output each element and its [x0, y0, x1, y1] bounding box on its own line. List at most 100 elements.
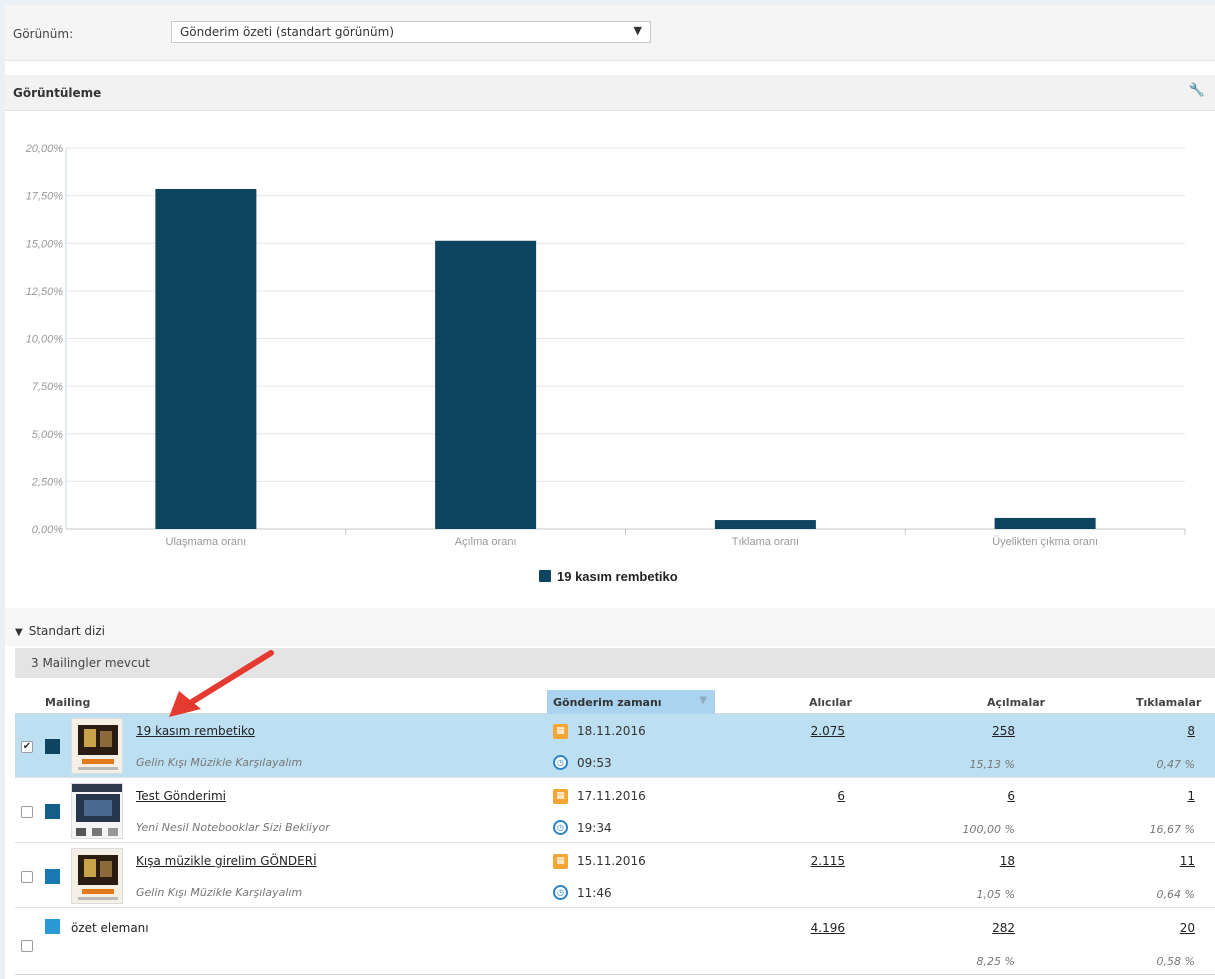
col-send-time-label: Gönderim zamanı — [553, 696, 662, 709]
open-rate: 15,13 % — [969, 758, 1015, 771]
summary-checkbox[interactable] — [21, 940, 33, 952]
wrench-icon[interactable]: 🔧 — [1189, 83, 1205, 98]
row-color-swatch — [45, 739, 60, 754]
chart-canvas: 0,00% 2,50% 5,00% 7,50% 10,00% 12,50% 15,00% 17… — [25, 143, 1186, 548]
opens-link[interactable]: 258 — [992, 724, 1015, 738]
mailing-subject: Gelin Kışı Müzikle Karşılayalım — [136, 886, 303, 899]
send-time: 09:53 — [577, 756, 612, 770]
summary-open-rate: 8,25 % — [976, 955, 1015, 968]
mailing-subject: Gelin Kışı Müzikle Karşılayalım — [136, 756, 303, 769]
row-checkbox[interactable]: ✔ — [21, 741, 33, 753]
clock-icon: ◷ — [553, 820, 568, 835]
row-color-swatch — [45, 804, 60, 819]
mailing-thumbnail[interactable] — [71, 783, 123, 839]
thumbnail-image — [72, 719, 122, 773]
send-time: 11:46 — [577, 886, 612, 900]
clock-icon: ◷ — [553, 885, 568, 900]
recipients-link[interactable]: 2.075 — [811, 724, 845, 738]
chart-legend[interactable]: 19 kasım rembetiko — [539, 569, 678, 585]
opens-link[interactable]: 18 — [1000, 854, 1015, 868]
x-category-label: Açılma oranı — [455, 536, 517, 548]
open-rate: 1,05 % — [976, 888, 1015, 901]
mailing-thumbnail[interactable] — [71, 718, 123, 774]
col-clicks[interactable]: Tıklamalar — [1136, 696, 1201, 709]
mailing-count: 3 Mailingler mevcut — [31, 656, 150, 670]
dropdown-arrow-icon: ▼ — [633, 24, 642, 37]
mailing-name-link[interactable]: 19 kasım rembetiko — [136, 724, 255, 738]
standard-list-header[interactable]: ▼ Standart dizi — [5, 608, 1215, 646]
summary-recipients-link[interactable]: 4.196 — [811, 921, 845, 935]
send-date: 15.11.2016 — [577, 854, 646, 868]
y-tick-label: 5,00% — [32, 429, 63, 441]
recipients-link[interactable]: 2.115 — [811, 854, 845, 868]
view-dropdown[interactable]: Gönderim özeti (standart görünüm) ▼ — [171, 21, 651, 43]
bar — [994, 517, 1096, 529]
row-checkbox[interactable] — [21, 871, 33, 883]
thumbnail-image — [72, 784, 122, 838]
col-send-time[interactable]: Gönderim zamanı ▼ — [547, 690, 715, 714]
summary-clicks-link[interactable]: 20 — [1180, 921, 1195, 935]
y-tick-label: 2,50% — [31, 476, 63, 488]
summary-row: özet elemanı 4.196 282 8,25 % 20 0,58 % — [15, 909, 1215, 975]
calendar-icon: ▦ — [553, 724, 568, 739]
col-recipients[interactable]: Alıcılar — [809, 696, 852, 709]
clicks-link[interactable]: 8 — [1187, 724, 1195, 738]
table-row[interactable]: Kışa müzikle girelim GÖNDERİ Gelin Kışı … — [15, 844, 1215, 908]
legend-label: 19 kasım rembetiko — [557, 569, 678, 584]
y-tick-label: 20,00% — [25, 143, 64, 155]
view-selector-row: Görünüm: Gönderim özeti (standart görünü… — [5, 5, 1215, 61]
legend-swatch — [539, 570, 551, 582]
mailing-thumbnail[interactable] — [71, 848, 123, 904]
click-rate: 0,64 % — [1156, 888, 1195, 901]
open-rate: 100,00 % — [962, 823, 1015, 836]
y-tick-label: 17,50% — [26, 191, 64, 203]
bar — [435, 240, 537, 529]
mailing-subject: Yeni Nesil Notebooklar Sizi Bekliyor — [136, 821, 330, 834]
y-tick-label: 0,00% — [32, 524, 63, 536]
summary-label: özet elemanı — [71, 921, 149, 935]
y-tick-label: 7,50% — [32, 381, 63, 393]
summary-opens-link[interactable]: 282 — [992, 921, 1015, 935]
panel-title: Görüntüleme — [13, 86, 102, 100]
summary-click-rate: 0,58 % — [1156, 955, 1195, 968]
bar-chart: 0,00% 2,50% 5,00% 7,50% 10,00% 12,50% 15,00% 17… — [5, 111, 1215, 601]
send-date: 18.11.2016 — [577, 724, 646, 738]
click-rate: 16,67 % — [1149, 823, 1195, 836]
standard-list-title: Standart dizi — [28, 624, 105, 638]
mailing-name-link[interactable]: Kışa müzikle girelim GÖNDERİ — [136, 854, 317, 868]
sort-desc-icon: ▼ — [699, 695, 707, 706]
clicks-link[interactable]: 1 — [1187, 789, 1195, 803]
y-tick-label: 12,50% — [26, 286, 64, 298]
col-opens[interactable]: Açılmalar — [987, 696, 1045, 709]
send-time: 19:34 — [577, 821, 612, 835]
chart-panel-header: Görüntüleme 🔧 — [5, 75, 1215, 111]
bar — [155, 188, 257, 529]
app-frame: Görünüm: Gönderim özeti (standart görünü… — [5, 5, 1215, 979]
collapse-triangle-icon: ▼ — [15, 627, 23, 638]
y-tick-label: 10,00% — [26, 334, 64, 346]
opens-link[interactable]: 6 — [1007, 789, 1015, 803]
mailing-name-link[interactable]: Test Gönderimi — [136, 789, 226, 803]
x-category-label: Tıklama oranı — [732, 536, 799, 548]
row-color-swatch — [45, 869, 60, 884]
click-rate: 0,47 % — [1156, 758, 1195, 771]
y-tick-label: 15,00% — [26, 238, 64, 250]
calendar-icon: ▦ — [553, 854, 568, 869]
x-category-label: Üyelikten çıkma oranı — [992, 536, 1098, 548]
table-row[interactable]: Test Gönderimi Yeni Nesil Notebooklar Si… — [15, 779, 1215, 843]
recipients-link[interactable]: 6 — [837, 789, 845, 803]
annotation-arrow — [169, 650, 274, 717]
row-checkbox[interactable] — [21, 806, 33, 818]
standard-list-toggle[interactable]: ▼ Standart dizi — [15, 624, 105, 638]
summary-color-swatch — [45, 919, 60, 934]
clock-icon: ◷ — [553, 755, 568, 770]
send-date: 17.11.2016 — [577, 789, 646, 803]
clicks-link[interactable]: 11 — [1180, 854, 1195, 868]
calendar-icon: ▦ — [553, 789, 568, 804]
view-dropdown-value: Gönderim özeti (standart görünüm) — [180, 25, 394, 39]
col-mailing[interactable]: Mailing — [45, 696, 90, 709]
thumbnail-image — [72, 849, 122, 903]
x-category-label: Ulaşmama oranı — [166, 536, 247, 548]
bar — [714, 520, 816, 529]
view-label: Görünüm: — [13, 27, 74, 41]
